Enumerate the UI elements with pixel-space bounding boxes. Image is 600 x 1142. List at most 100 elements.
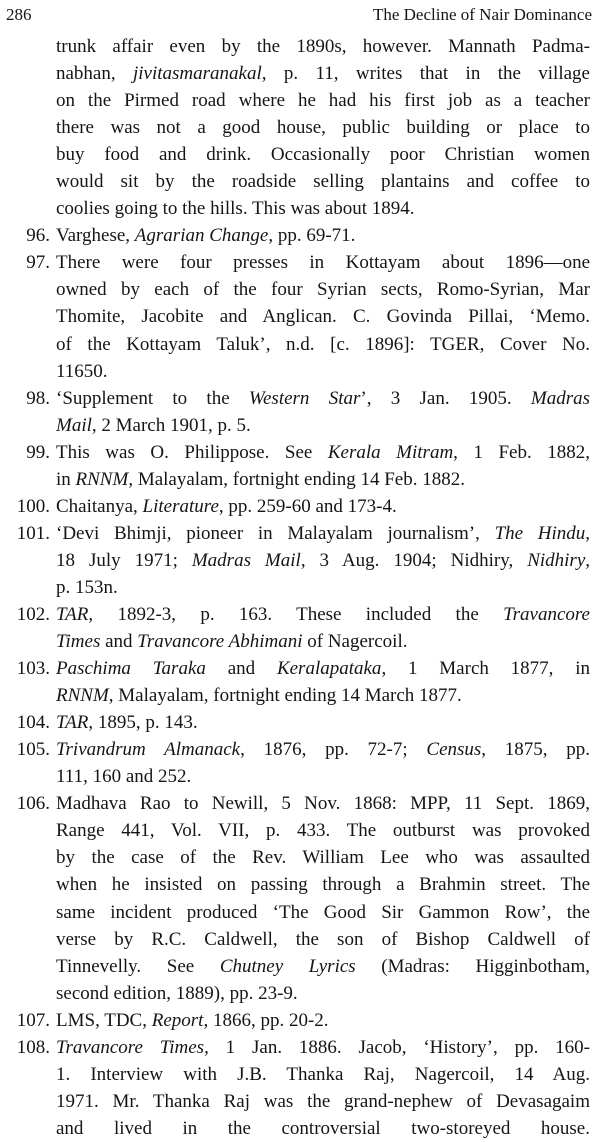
italic-title: Kerala Mitram — [327, 441, 454, 463]
footnote-number: 108. — [16, 1036, 50, 1058]
footnote-line: Mail, 2 March 1901, p. 5. — [56, 412, 590, 439]
italic-title: Madras — [530, 387, 590, 409]
text-run: trunk affair even by the 1890s, however.… — [56, 36, 590, 57]
footnote-line: when he insisted on passing through a Br… — [56, 871, 590, 898]
text-run: , pp. 69-71. — [268, 225, 356, 247]
footnote-number: 104. — [16, 712, 50, 734]
text-run: , 2 March 1901, p. 5. — [91, 414, 251, 436]
text-run: would sit by the roadside selling planta… — [56, 171, 590, 193]
italic-title: Times — [56, 631, 101, 653]
footnote-line: verse by R.C. Caldwell, the son of Bisho… — [56, 926, 590, 953]
italic-title: TAR — [56, 712, 89, 734]
footnote-line: buy food and drink. Occasionally poor Ch… — [56, 141, 590, 168]
italic-title: Agrarian Change — [134, 225, 269, 247]
footnote-line: ‘Supplement to the Western Star’, 3 Jan.… — [56, 385, 590, 412]
footnote-line: Thomite, Jacobite and Anglican. C. Govin… — [56, 303, 590, 330]
book-page: 286 The Decline of Nair Dominance trunk … — [0, 0, 600, 1139]
text-run: there was not a good house, public build… — [56, 117, 590, 139]
footnote-line: There were four presses in Kottayam abou… — [56, 249, 590, 276]
footnote-line: and lived in the controversial two-store… — [56, 1115, 590, 1142]
italic-title: RNNM — [75, 468, 129, 490]
footnote-line: RNNM, Malayalam, fortnight ending 14 Mar… — [56, 682, 590, 709]
italic-title: Census — [426, 739, 482, 761]
footnote-98: 98. ‘Supplement to the Western Star’, 3 J… — [0, 385, 600, 439]
italic-title: RNNM — [56, 685, 109, 707]
footnote-line: Tinnevelly. See Chutney Lyrics (Madras: … — [56, 953, 590, 980]
footnote-line: 18 July 1971; Madras Mail, 3 Aug. 1904; … — [56, 547, 590, 574]
footnote-103: 103. Paschima Taraka and Keralapataka, 1 … — [0, 655, 600, 709]
text-run: , 1875, pp. — [481, 739, 590, 761]
footnote-line: ‘Devi Bhimji, pioneer in Malayalam journ… — [56, 520, 590, 547]
italic-title: jivitasmaranakal — [132, 63, 262, 85]
text-run: of the Kottayam Taluk’, n.d. [c. 1896]: … — [56, 333, 590, 355]
italic-title: The Hindu — [494, 522, 586, 544]
footnote-line: would sit by the roadside selling planta… — [56, 168, 590, 195]
text-run: , 1876, pp. 72-7; — [240, 739, 427, 761]
text-run: , 1895, p. 143. — [88, 712, 198, 734]
text-run: nabhan, — [56, 63, 133, 85]
footnote-line: Travancore Times, 1 Jan. 1886. Jacob, ‘H… — [56, 1034, 590, 1061]
footnote-number: 99. — [26, 441, 50, 463]
footnote-line: Varghese, Agrarian Change, pp. 69-71. — [56, 222, 590, 249]
text-run: , p. 11, writes that in the village — [261, 63, 590, 85]
text-run: , — [585, 522, 590, 544]
text-run: , 1 March 1877, in — [381, 658, 590, 680]
footnote-continuation: trunk affair even by the 1890s, however.… — [0, 33, 600, 222]
footnote-100: 100. Chaitanya, Literature, pp. 259-60 an… — [0, 493, 600, 520]
italic-title: Travancore Times — [56, 1036, 205, 1058]
text-run: 1971. Mr. Thanka Raj was the grand-nephe… — [56, 1090, 590, 1112]
text-run: , Malayalam, fortnight ending 14 March 1… — [108, 685, 462, 707]
footnote-line: coolies going to the hills. This was abo… — [56, 195, 590, 222]
footnote-line: This was O. Philippose. See Kerala Mitra… — [56, 439, 590, 466]
text-run: Chaitanya, — [56, 495, 143, 517]
footnote-line: owned by each of the four Syrian sects, … — [56, 276, 590, 303]
running-head: The Decline of Nair Dominance — [372, 5, 592, 24]
text-run: Range 441, Vol. VII, p. 433. The outburs… — [56, 820, 590, 842]
footnote-line: second edition, 1889), pp. 23-9. — [56, 980, 590, 1007]
footnote-line: Times and Travancore Abhimani of Nagerco… — [56, 628, 590, 655]
footnote-line: 111, 160 and 252. — [56, 763, 590, 790]
italic-title: Nidhiry — [527, 549, 586, 571]
text-run: (Madras: Higginbotham, — [355, 955, 590, 977]
footnote-line: Chaitanya, Literature, pp. 259-60 and 17… — [56, 493, 590, 520]
footnote-line: there was not a good house, public build… — [56, 114, 590, 141]
italic-title: Report — [151, 1009, 204, 1031]
text-run: by the case of the Rev. William Lee who … — [56, 847, 590, 869]
text-run: There were four presses in Kottayam abou… — [56, 252, 590, 274]
page-header: 286 The Decline of Nair Dominance — [6, 2, 592, 28]
footnote-102: 102. TAR, 1892-3, p. 163. These included … — [0, 601, 600, 655]
italic-title: Literature — [142, 495, 219, 517]
footnote-line: 1971. Mr. Thanka Raj was the grand-nephe… — [56, 1088, 590, 1115]
text-run: , 3 Aug. 1904; Nidhiry, — [300, 549, 528, 571]
text-run: in — [56, 468, 76, 490]
footnote-line: LMS, TDC, Report, 1866, pp. 20-2. — [56, 1007, 590, 1034]
text-run: and lived in the controversial two-store… — [56, 1117, 590, 1139]
footnote-number: 102. — [16, 603, 50, 625]
text-run: , 1 Jan. 1886. Jacob, ‘History’, pp. 160… — [204, 1036, 590, 1058]
text-run: on the Pirmed road where he had his firs… — [56, 90, 590, 112]
footnote-99: 99. This was O. Philippose. See Kerala Mi… — [0, 439, 600, 493]
footnote-line: Madhava Rao to Newill, 5 Nov. 1868: MPP,… — [56, 790, 590, 817]
footnote-number: 101. — [16, 522, 50, 544]
footnote-number: 100. — [16, 495, 50, 517]
italic-title: Paschima Taraka — [56, 658, 206, 680]
text-run: coolies going to the hills. This was abo… — [56, 198, 415, 220]
footnote-number: 105. — [16, 739, 50, 761]
text-run: when he insisted on passing through a Br… — [56, 874, 590, 896]
footnote-line: 11650. — [56, 358, 590, 385]
footnote-line: on the Pirmed road where he had his firs… — [56, 87, 590, 114]
text-run: This was O. Philippose. See — [56, 441, 328, 463]
text-run: 111, 160 and 252. — [56, 766, 192, 788]
text-run: same incident produced ‘The Good Sir Gam… — [56, 901, 590, 923]
italic-title: Madras Mail — [191, 549, 301, 571]
text-run: , — [585, 549, 590, 571]
italic-title: Keralapataka — [276, 658, 382, 680]
footnotes-list: trunk affair even by the 1890s, however.… — [0, 33, 600, 1142]
text-run: , Malayalam, fortnight ending 14 Feb. 18… — [128, 468, 465, 490]
footnote-line: TAR, 1895, p. 143. — [56, 709, 590, 736]
text-run: and — [205, 658, 277, 680]
italic-title: Travancore Abhimani — [137, 631, 303, 653]
footnote-101: 101. ‘Devi Bhimji, pioneer in Malayalam j… — [0, 520, 600, 601]
text-run: 11650. — [56, 360, 108, 382]
italic-title: TAR — [56, 603, 89, 625]
